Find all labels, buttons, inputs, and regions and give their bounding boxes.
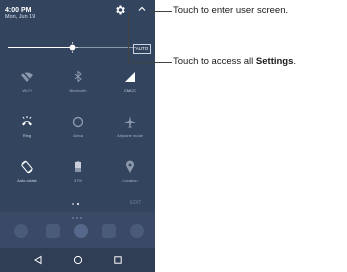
callout-line-settings [128, 62, 172, 63]
callout-line-user-screen [150, 11, 172, 12]
tile-label: CMCC [124, 88, 136, 93]
cellular-signal-icon [125, 72, 135, 82]
home-page-dot [80, 217, 82, 219]
apps-drawer-icon [74, 224, 88, 238]
tile-airplane-mode[interactable]: Airplane mode [106, 115, 154, 145]
quick-settings-panel: 4:00 PM Mon, Jun 19 AUTO Wi-Fi Bluetooth C… [0, 0, 155, 212]
callout-settings-bold: Settings [255, 56, 294, 67]
callout-settings: Touch to access all Settings. [173, 56, 296, 67]
alexa-icon [72, 116, 84, 128]
tile-label: 37% [73, 178, 82, 183]
phone-screen: 4:00 PM Mon, Jun 19 AUTO Wi-Fi Bluetooth C… [0, 0, 155, 272]
tile-label: Location [122, 178, 138, 183]
tile-wi-fi[interactable]: Wi-Fi [3, 70, 51, 100]
camera-icon [102, 224, 116, 238]
chevron-up-icon[interactable] [137, 4, 147, 14]
tile-label: Auto-rotate [17, 178, 37, 183]
auto-brightness-toggle[interactable]: AUTO [133, 44, 151, 54]
location-icon [126, 160, 134, 173]
page-dot-active [77, 203, 79, 205]
home-page-indicator [72, 217, 84, 220]
ring-icon [22, 116, 32, 126]
tile-label: Ring [22, 133, 32, 138]
home-page-dot [72, 217, 74, 219]
brightness-slider[interactable] [8, 42, 136, 53]
tile-label: Alexa [72, 133, 83, 138]
navigation-bar [0, 248, 155, 272]
wifi-off-icon [21, 70, 33, 83]
callout-settings-suffix: . [293, 56, 297, 67]
home-page-dot [76, 217, 78, 219]
tile-label: Bluetooth [69, 88, 87, 93]
page-indicator [72, 203, 84, 207]
airplane-icon [124, 116, 136, 128]
recents-icon[interactable] [113, 255, 123, 265]
status-date: Mon, Jun 19 [5, 14, 36, 20]
auto-rotate-icon [21, 160, 33, 174]
settings-gear-icon[interactable] [114, 4, 126, 16]
app-icon [130, 224, 144, 238]
bluetooth-icon [74, 70, 82, 83]
page-dot [72, 203, 74, 205]
tile-auto-rotate[interactable]: Auto-rotate [3, 160, 51, 190]
tile-cmcc[interactable]: CMCC [106, 70, 154, 100]
battery-icon [75, 161, 81, 172]
edit-button[interactable]: EDIT [130, 200, 141, 206]
callout-settings-text: Touch to access all [173, 56, 256, 67]
app-icon [46, 224, 60, 238]
brightness-sun-icon[interactable] [66, 42, 78, 53]
callout-line-settings-vertical [128, 11, 129, 62]
tile-label: Airplane mode [117, 133, 143, 138]
home-icon[interactable] [73, 255, 83, 265]
back-icon[interactable] [33, 255, 43, 265]
tile-battery[interactable]: 37% [54, 160, 102, 190]
tile-bluetooth[interactable]: Bluetooth [54, 70, 102, 100]
tile-alexa[interactable]: Alexa [54, 115, 102, 145]
tile-label: Wi-Fi [22, 88, 32, 93]
tile-location[interactable]: Location [106, 160, 154, 190]
callout-user-screen: Touch to enter user screen. [173, 5, 289, 16]
app-icon [14, 224, 28, 238]
brightness-slider-fill [8, 47, 72, 48]
tile-ring[interactable]: Ring [3, 115, 51, 145]
